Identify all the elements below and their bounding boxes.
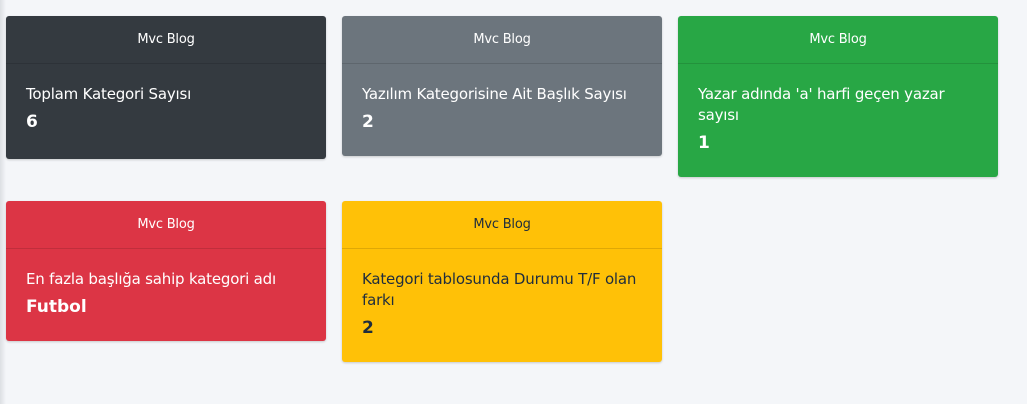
card-header: Mvc Blog [6, 201, 326, 249]
card-total-categories: Mvc Blog Toplam Kategori Sayısı 6 [6, 16, 326, 159]
card-status-difference: Mvc Blog Kategori tablosunda Durumu T/F … [342, 201, 662, 362]
card-title: Kategori tablosunda Durumu T/F olan fark… [362, 270, 637, 309]
card-value: 2 [362, 112, 374, 132]
card-header: Mvc Blog [678, 16, 998, 64]
card-body: En fazla başlığa sahip kategori adı Futb… [6, 249, 326, 336]
card-header: Mvc Blog [6, 16, 326, 64]
card-writers-with-a: Mvc Blog Yazar adında 'a' harfi geçen ya… [678, 16, 998, 177]
card-title: Yazar adında 'a' harfi geçen yazar sayıs… [698, 85, 945, 124]
card-top-category: Mvc Blog En fazla başlığa sahip kategori… [6, 201, 326, 341]
card-value: Futbol [26, 297, 87, 317]
card-value: 2 [362, 318, 374, 338]
card-body: Kategori tablosunda Durumu T/F olan fark… [342, 249, 662, 357]
card-software-category-titles: Mvc Blog Yazılım Kategorisine Ait Başlık… [342, 16, 662, 156]
card-header: Mvc Blog [342, 16, 662, 64]
card-value: 6 [26, 112, 38, 132]
card-title: Yazılım Kategorisine Ait Başlık Sayısı [362, 85, 627, 103]
card-body: Yazılım Kategorisine Ait Başlık Sayısı 2 [342, 64, 662, 151]
card-header: Mvc Blog [342, 201, 662, 249]
card-body: Yazar adında 'a' harfi geçen yazar sayıs… [678, 64, 998, 172]
card-title: Toplam Kategori Sayısı [26, 85, 192, 103]
card-title: En fazla başlığa sahip kategori adı [26, 270, 276, 288]
card-body: Toplam Kategori Sayısı 6 [6, 64, 326, 151]
card-value: 1 [698, 133, 710, 153]
